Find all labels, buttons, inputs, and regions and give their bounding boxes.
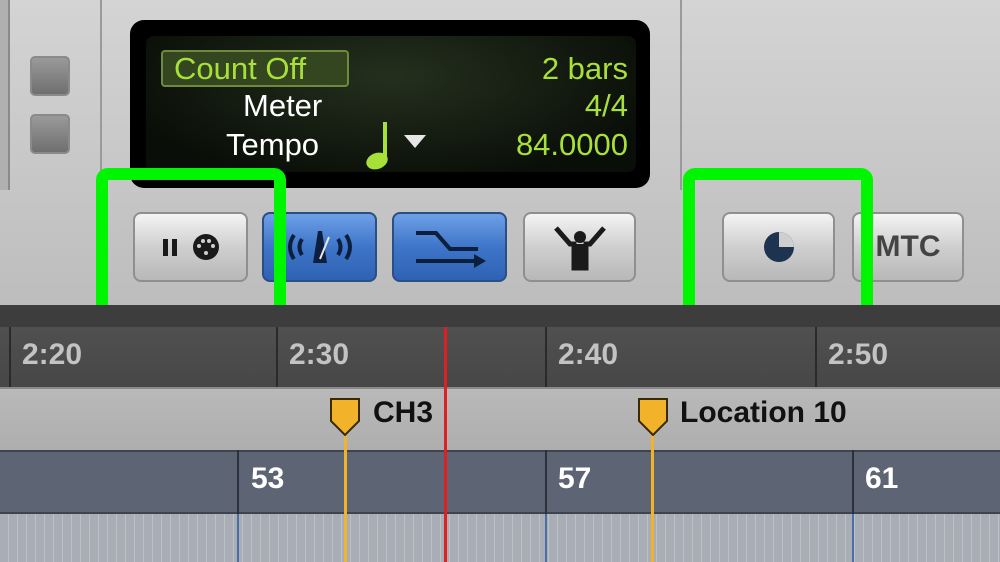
bar-tick xyxy=(852,450,854,514)
conductor-button[interactable] xyxy=(523,212,636,282)
mtc-label: MTC xyxy=(875,230,941,263)
marker-label[interactable]: CH3 xyxy=(373,396,433,430)
bar-label: 53 xyxy=(251,462,285,495)
tempo-value[interactable]: 84.0000 xyxy=(516,127,628,163)
metronome-click-icon xyxy=(287,231,352,263)
countoff-button[interactable] xyxy=(392,212,507,282)
ruler-tick xyxy=(276,327,278,387)
bars-beats-ruler[interactable] xyxy=(0,450,1000,514)
panel-divider xyxy=(100,0,102,190)
count-off-value[interactable]: 2 bars xyxy=(542,51,628,87)
highlight-box-tempo-pie xyxy=(683,168,873,328)
ruler-label: 2:30 xyxy=(289,338,350,371)
square-button-top[interactable] xyxy=(30,56,70,96)
timeline-top-strip xyxy=(0,305,1000,327)
square-button-bottom[interactable] xyxy=(30,114,70,154)
left-edge xyxy=(0,0,10,190)
triangle-down-icon[interactable] xyxy=(404,135,426,149)
bar-label: 61 xyxy=(865,462,899,495)
ruler-label: 2:40 xyxy=(558,338,619,371)
meter-value[interactable]: 4/4 xyxy=(585,88,628,124)
highlight-box-wait-for-note xyxy=(96,168,286,328)
bar-tick xyxy=(545,450,547,514)
ruler-label: 2:20 xyxy=(22,338,83,371)
ruler-label: 2:50 xyxy=(828,338,889,371)
quarter-note-icon[interactable] xyxy=(364,120,396,170)
ruler-tick xyxy=(9,327,11,387)
bar-tick xyxy=(237,450,239,514)
bar-label: 57 xyxy=(558,462,592,495)
count-off-label[interactable]: Count Off xyxy=(174,51,306,87)
ruler-tick xyxy=(545,327,547,387)
arrow-right-icon xyxy=(415,231,486,268)
marker-icon[interactable] xyxy=(329,397,361,437)
marker-icon[interactable] xyxy=(637,397,669,437)
grid-bar-line xyxy=(237,514,239,562)
conductor-icon xyxy=(553,226,606,271)
panel-divider xyxy=(680,0,682,190)
marker-line xyxy=(344,436,347,562)
marker-label[interactable]: Location 10 xyxy=(680,396,847,430)
meter-label: Meter xyxy=(243,88,323,123)
marker-line xyxy=(651,436,654,562)
track-grid[interactable] xyxy=(0,514,1000,562)
ruler-tick xyxy=(815,327,817,387)
grid-bar-line xyxy=(545,514,547,562)
grid-bar-line xyxy=(852,514,854,562)
playhead-line[interactable] xyxy=(444,327,447,562)
markers-ruler[interactable] xyxy=(0,387,1000,450)
tempo-label: Tempo xyxy=(226,127,320,162)
